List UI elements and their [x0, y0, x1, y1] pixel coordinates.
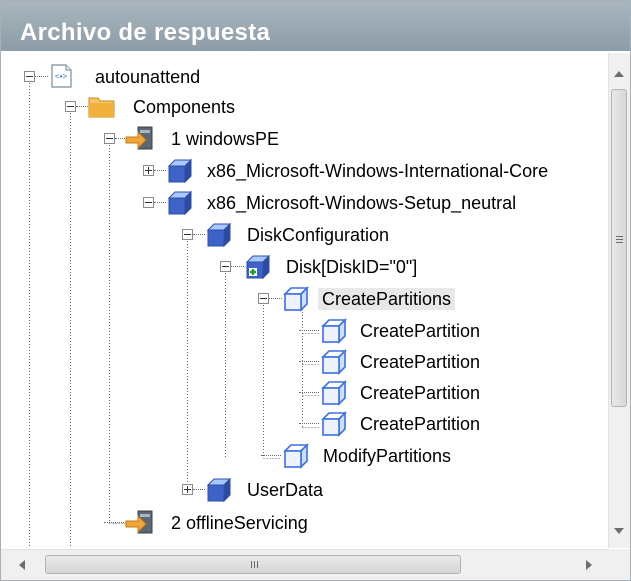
tree-node[interactable]: ModifyPartitions [1, 442, 607, 470]
scroll-right-icon[interactable] [586, 560, 592, 570]
tree-node[interactable]: <•> autounattend [1, 63, 607, 91]
collection-cube-icon [281, 284, 309, 317]
tree-node[interactable]: CreatePartition [1, 348, 607, 376]
tree-node[interactable]: x86_Microsoft-Windows-International-Core [1, 157, 607, 185]
panel-title: Archivo de respuesta [20, 19, 271, 46]
vertical-scrollbar[interactable] [608, 53, 630, 548]
collapse-icon[interactable] [258, 293, 269, 304]
collapse-icon[interactable] [220, 261, 231, 272]
collection-cube-icon [319, 316, 347, 349]
tree-node-label[interactable]: CreatePartition [360, 351, 480, 373]
component-cube-icon [165, 156, 193, 189]
setting-cube-icon [204, 475, 232, 508]
tree-node-label[interactable]: 2 offlineServicing [171, 512, 308, 534]
tree-node-label[interactable]: Components [133, 96, 235, 118]
tree-node[interactable]: x86_Microsoft-Windows-Setup_neutral [1, 189, 607, 217]
tree-node-label[interactable]: CreatePartitions [318, 288, 456, 310]
tree-node-label[interactable]: UserData [247, 479, 323, 501]
tree-node[interactable]: Components [1, 93, 607, 121]
tree-node[interactable]: CreatePartition [1, 379, 607, 407]
answer-file-panel: Archivo de respuesta <•> autounattend Comp… [0, 0, 631, 581]
collapse-icon[interactable] [182, 229, 193, 240]
tree-node[interactable]: CreatePartitions [1, 285, 607, 313]
tree-node-label[interactable]: CreatePartition [360, 413, 480, 435]
list-item-cube-icon [243, 252, 271, 285]
tree-node-label[interactable]: 1 windowsPE [171, 128, 279, 150]
answer-file-icon: <•> [47, 62, 75, 95]
horizontal-scroll-thumb[interactable] [45, 555, 461, 574]
folder-icon [87, 92, 117, 125]
scroll-left-icon[interactable] [19, 560, 25, 570]
collection-cube-icon [319, 409, 347, 442]
vertical-scroll-thumb[interactable] [611, 89, 627, 407]
collapse-icon[interactable] [104, 133, 115, 144]
tree-node-label[interactable]: x86_Microsoft-Windows-Setup_neutral [207, 192, 516, 214]
collapse-icon[interactable] [143, 197, 154, 208]
tree-node-label[interactable]: Disk[DiskID="0"] [286, 256, 417, 278]
scroll-up-icon[interactable] [614, 71, 624, 77]
expand-icon[interactable] [182, 484, 193, 495]
tree-node-label[interactable]: autounattend [95, 66, 200, 88]
collapse-icon[interactable] [24, 71, 35, 82]
scrollbar-corner [608, 549, 630, 580]
svg-text:<•>: <•> [55, 72, 67, 81]
collapse-icon[interactable] [65, 101, 76, 112]
tree-node[interactable]: 2 offlineServicing [1, 509, 607, 537]
collection-cube-icon [281, 441, 309, 474]
horizontal-scrollbar[interactable] [1, 549, 608, 580]
tree-node-label[interactable]: DiskConfiguration [247, 224, 389, 246]
setting-cube-icon [204, 220, 232, 253]
answer-file-tree[interactable]: <•> autounattend Components 1 windowsPE x86_… [1, 53, 607, 548]
tree-node[interactable]: CreatePartition [1, 410, 607, 438]
tree-node-label[interactable]: ModifyPartitions [323, 445, 451, 467]
configuration-pass-icon [124, 124, 156, 157]
expand-icon[interactable] [143, 165, 154, 176]
configuration-pass-icon [124, 508, 156, 541]
tree-node[interactable]: 1 windowsPE [1, 125, 607, 153]
panel-titlebar: Archivo de respuesta [1, 1, 630, 51]
tree-node-label[interactable]: x86_Microsoft-Windows-International-Core [207, 160, 548, 182]
tree-node[interactable]: Disk[DiskID="0"] [1, 253, 607, 281]
tree-node[interactable]: UserData [1, 476, 607, 504]
tree-node-label[interactable]: CreatePartition [360, 382, 480, 404]
tree-node[interactable]: DiskConfiguration [1, 221, 607, 249]
scroll-down-icon[interactable] [614, 528, 624, 534]
collection-cube-icon [319, 347, 347, 380]
collection-cube-icon [319, 378, 347, 411]
tree-node[interactable]: CreatePartition [1, 317, 607, 345]
tree-node-label[interactable]: CreatePartition [360, 320, 480, 342]
component-cube-icon [165, 188, 193, 221]
